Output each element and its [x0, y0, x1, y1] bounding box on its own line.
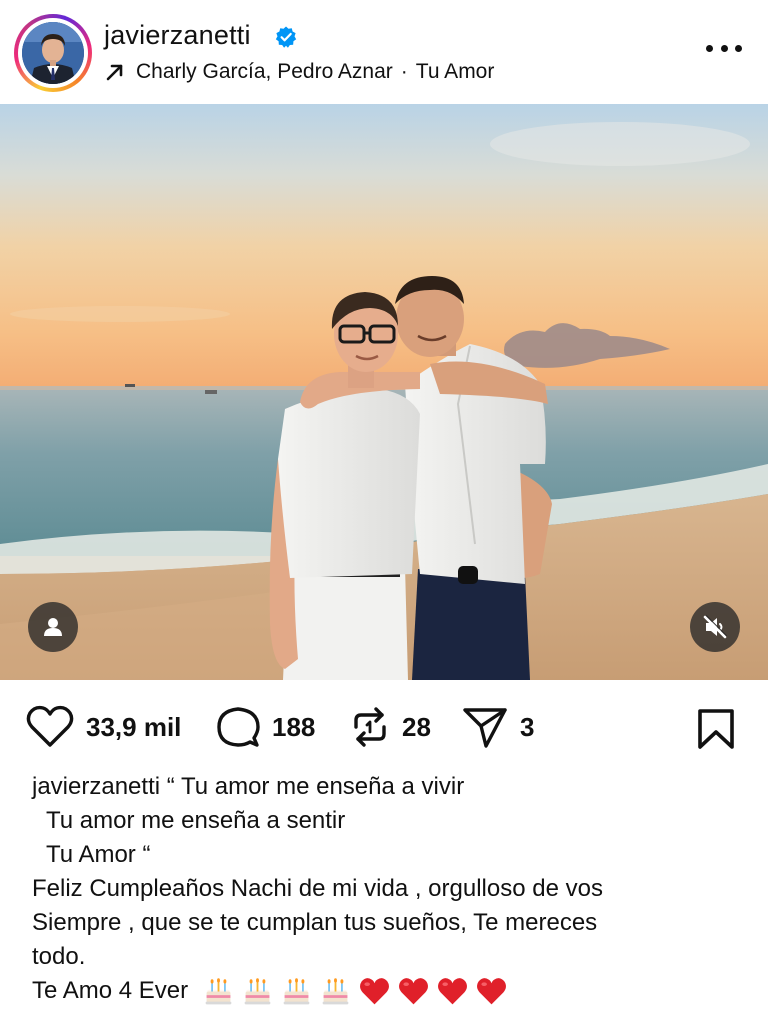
- like-button[interactable]: 33,9 mil: [26, 704, 181, 750]
- birthday-cake-emoji: [322, 977, 349, 1004]
- caption-line: Feliz Cumpleaños Nachi de mi vida , orgu…: [32, 875, 603, 902]
- comment-button[interactable]: 188: [216, 704, 315, 750]
- like-count[interactable]: 33,9 mil: [86, 712, 181, 743]
- share-button[interactable]: 3: [462, 704, 534, 750]
- user-tag-icon: [44, 618, 62, 636]
- comment-count[interactable]: 188: [272, 712, 315, 743]
- avatar[interactable]: [22, 22, 84, 84]
- red-heart-emoji: [477, 977, 507, 1004]
- music-song: Tu Amor: [415, 60, 495, 83]
- post-caption: javierzanetti “ Tu amor me enseña a vivi…: [32, 770, 742, 1008]
- music-separator: ·: [400, 60, 408, 83]
- comment-bubble-icon: [217, 707, 260, 747]
- mute-toggle-button[interactable]: [690, 602, 740, 652]
- more-options-icon[interactable]: [706, 42, 742, 54]
- caption-line: Siempre , que se te cumplan tus sueños, …: [32, 909, 598, 936]
- caption-text: Te Amo 4 Ever: [32, 977, 189, 1004]
- caption-line: Te Amo 4 Ever: [32, 974, 742, 1008]
- share-count[interactable]: 3: [520, 712, 534, 743]
- action-bar: 33,9 mil 188 28 3: [0, 690, 768, 764]
- arrow-up-right-icon: [106, 64, 123, 81]
- story-ring[interactable]: [14, 14, 92, 92]
- birthday-cake-emoji: [244, 977, 271, 1004]
- music-artists: Charly García, Pedro Aznar: [136, 60, 393, 83]
- paper-plane-icon: [463, 708, 507, 748]
- caption-username[interactable]: javierzanetti: [32, 773, 160, 800]
- caption-text: “ Tu amor me enseña a vivir: [166, 773, 465, 800]
- caption-line: todo.: [32, 943, 86, 970]
- heart-icon: [26, 705, 74, 747]
- verified-badge-icon: [275, 26, 297, 48]
- red-heart-emoji: [399, 977, 429, 1004]
- tagged-users-button[interactable]: [28, 602, 78, 652]
- speaker-muted-icon: [703, 615, 727, 639]
- caption-line: javierzanetti “ Tu amor me enseña a vivi…: [32, 770, 742, 804]
- birthday-cake-emoji: [205, 977, 232, 1004]
- beach-sunset-image: [0, 104, 768, 680]
- music-attribution[interactable]: Charly García, Pedro Aznar · Tu Amor: [104, 58, 494, 86]
- post-photo[interactable]: [0, 104, 768, 680]
- post-header: javierzanetti Charly García, Pedro Aznar…: [0, 0, 768, 104]
- repost-count[interactable]: 28: [402, 712, 431, 743]
- birthday-cake-emoji: [283, 977, 310, 1004]
- red-heart-emoji: [438, 977, 468, 1004]
- repost-button[interactable]: 28: [350, 704, 431, 750]
- repost-icon: [354, 707, 386, 747]
- red-heart-emoji: [360, 977, 390, 1004]
- caption-line: Tu Amor “: [46, 841, 151, 868]
- caption-line: Tu amor me enseña a sentir: [46, 807, 346, 834]
- bookmark-icon[interactable]: [696, 708, 736, 750]
- post-username[interactable]: javierzanetti: [104, 20, 251, 51]
